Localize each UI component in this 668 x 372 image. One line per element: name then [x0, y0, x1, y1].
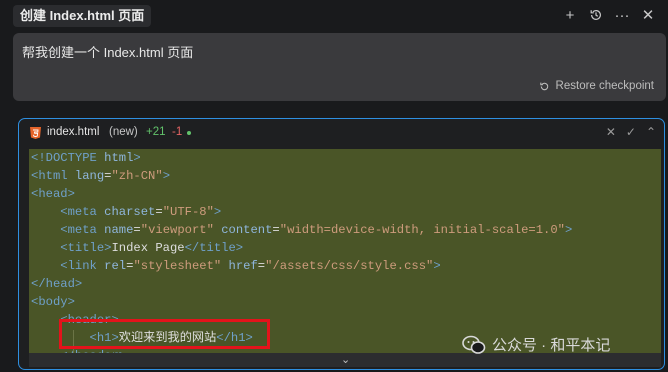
- code-line[interactable]: <meta charset="UTF-8">: [29, 203, 661, 221]
- code-token: =: [155, 205, 163, 219]
- code-token: "viewport": [140, 223, 214, 237]
- lines-added: +21: [146, 126, 166, 138]
- top-bar: 创建 Index.html 页面 + ··· ✕: [0, 0, 668, 32]
- code-token: <meta: [60, 205, 105, 219]
- plus-icon[interactable]: +: [562, 8, 578, 24]
- prompt-text: 帮我创建一个 Index.html 页面: [22, 45, 194, 60]
- code-token: "/assets/css/style.css": [265, 259, 434, 273]
- diff-actions: ✕ ✓ ⌃: [606, 125, 656, 139]
- code-token: =: [133, 223, 141, 237]
- code-token: Index Page: [111, 241, 185, 255]
- restore-icon: [539, 82, 548, 90]
- code-token: html: [104, 151, 134, 165]
- highlight-box: [59, 319, 270, 349]
- file-name[interactable]: index.html: [47, 126, 99, 138]
- code-token: >: [433, 259, 441, 273]
- file-diff-header[interactable]: index.html (new) +21 -1 ✕ ✓ ⌃: [19, 119, 664, 147]
- restore-label: Restore checkpoint: [555, 80, 654, 92]
- code-line[interactable]: </head>: [29, 275, 661, 293]
- code-token: <body>: [31, 295, 75, 309]
- user-prompt[interactable]: 帮我创建一个 Index.html 页面 Restore checkpoint: [13, 33, 666, 101]
- code-line[interactable]: <link rel="stylesheet" href="/assets/css…: [29, 257, 661, 275]
- code-token: <title>: [60, 241, 112, 255]
- code-token: charset: [104, 205, 156, 219]
- code-token: <link: [60, 259, 105, 273]
- code-token: >: [213, 205, 222, 219]
- reject-icon[interactable]: ✕: [606, 125, 616, 139]
- code-line[interactable]: <head>: [29, 185, 661, 203]
- code-token: </head>: [31, 277, 83, 291]
- chevron-down-icon[interactable]: ⌄: [341, 353, 350, 366]
- code-token: "UTF-8": [162, 205, 214, 219]
- code-token: =: [272, 223, 280, 237]
- code-token: lang: [74, 169, 105, 183]
- accept-icon[interactable]: ✓: [626, 125, 636, 139]
- restore-checkpoint-button[interactable]: Restore checkpoint: [539, 80, 654, 92]
- code-token: </title>: [184, 241, 244, 255]
- top-actions: + ··· ✕: [562, 6, 656, 26]
- code-token: "width=device-width, initial-scale=1.0": [279, 223, 565, 237]
- code-token: >: [133, 151, 141, 165]
- html5-icon: [30, 127, 41, 139]
- code-token: "zh-CN": [111, 169, 163, 183]
- code-token: rel: [104, 259, 127, 273]
- code-line[interactable]: <meta name="viewport" content="width=dev…: [29, 221, 661, 239]
- diff-footer: ⌄: [29, 353, 661, 367]
- code-token: href: [228, 259, 258, 273]
- code-token: <!DOCTYPE: [31, 151, 105, 165]
- lines-removed: -1: [172, 126, 183, 138]
- wechat-icon: [462, 335, 486, 354]
- code-token: content: [221, 223, 273, 237]
- file-status: (new): [109, 126, 138, 138]
- code-token: <meta: [60, 223, 105, 237]
- chat-tab-title[interactable]: 创建 Index.html 页面: [13, 5, 152, 27]
- code-line[interactable]: <body>: [29, 293, 661, 311]
- code-line[interactable]: <!DOCTYPE html>: [29, 149, 661, 167]
- code-token: <head>: [31, 187, 75, 201]
- code-token: <html: [31, 169, 75, 183]
- close-icon[interactable]: ✕: [640, 8, 656, 24]
- chevron-updown-icon[interactable]: ⌃: [646, 125, 656, 139]
- history-icon[interactable]: [588, 8, 604, 24]
- code-token: >: [564, 223, 573, 237]
- code-line[interactable]: <title>Index Page</title>: [29, 239, 661, 257]
- code-token: "stylesheet": [133, 259, 222, 273]
- code-token: name: [104, 223, 134, 237]
- more-icon[interactable]: ···: [614, 8, 630, 24]
- code-token: >: [162, 169, 171, 183]
- code-line[interactable]: <html lang="zh-CN">: [29, 167, 661, 185]
- unsaved-dot: [187, 131, 191, 135]
- watermark: 公众号 · 和平本记: [462, 334, 610, 355]
- watermark-text: 公众号 · 和平本记: [492, 337, 611, 354]
